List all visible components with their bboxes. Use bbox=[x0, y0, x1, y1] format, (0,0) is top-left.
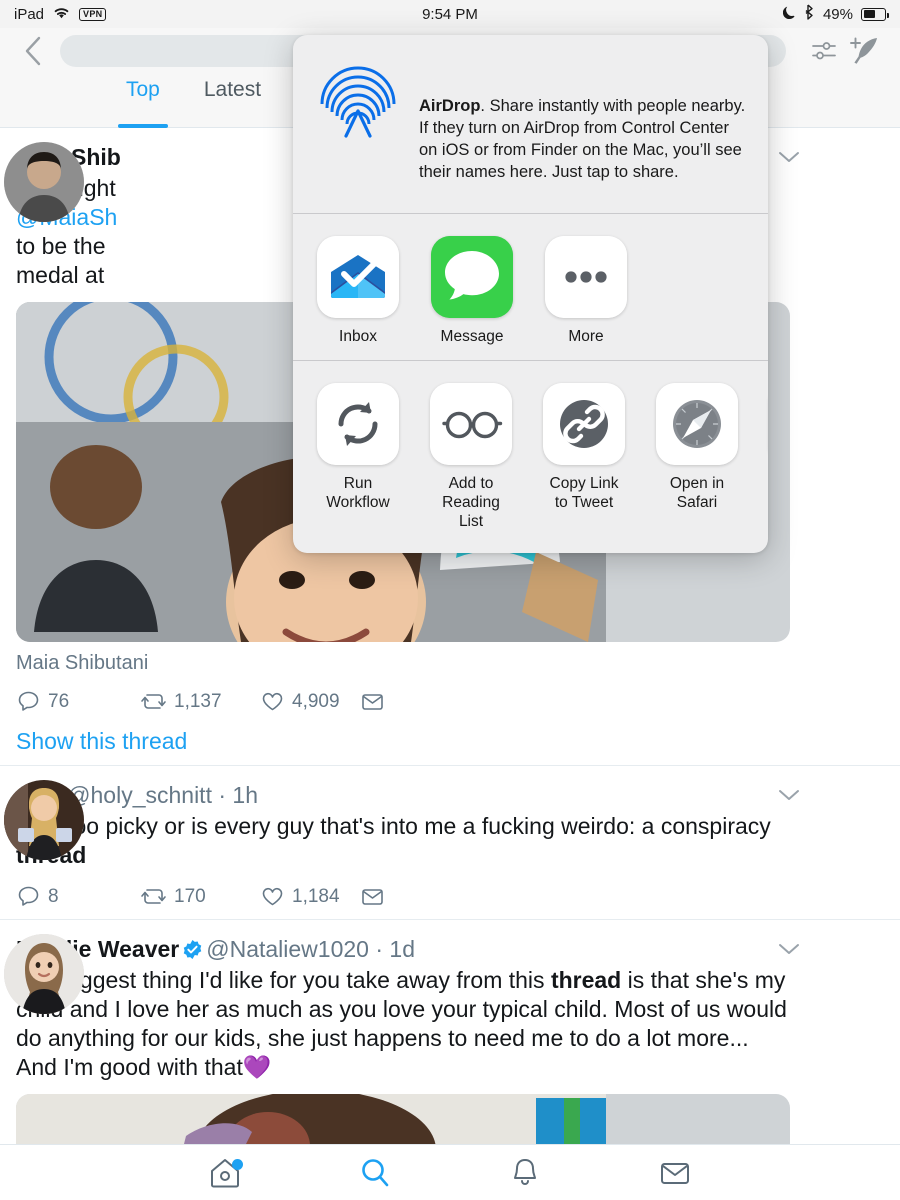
tweet-text-bold: thread bbox=[550, 967, 622, 993]
home-badge-dot bbox=[232, 1158, 243, 1170]
author-handle[interactable]: @holy_schnitt bbox=[67, 782, 212, 808]
airdrop-section[interactable]: AirDrop. Share instantly with people nea… bbox=[293, 35, 768, 213]
compose-feather-icon[interactable] bbox=[844, 34, 884, 68]
tweet-author-line: Natalie Weaver @Nataliew1020 · 1d bbox=[16, 936, 415, 962]
like-count: 1,184 bbox=[292, 885, 340, 907]
share-dm-action[interactable] bbox=[360, 689, 385, 714]
verified-badge-icon bbox=[182, 937, 203, 959]
share-action-label: Add to Reading List bbox=[442, 475, 500, 530]
reply-action[interactable]: 8 bbox=[16, 884, 140, 909]
tweet-text: am I too picky or is every guy that's in… bbox=[16, 812, 790, 870]
retweet-action[interactable]: 1,137 bbox=[140, 689, 260, 714]
status-bar-clock: 9:54 PM bbox=[422, 5, 478, 23]
share-action-copy-link-to-tweet[interactable]: Copy Link to Tweet bbox=[543, 383, 625, 531]
share-apps-row: Inbox Message More bbox=[293, 214, 768, 360]
search-settings-sliders-icon[interactable] bbox=[804, 38, 844, 64]
share-action-label: Run Workflow bbox=[326, 475, 390, 511]
show-this-thread-link[interactable]: Show this thread bbox=[16, 728, 790, 755]
copy-link-chain-icon bbox=[543, 383, 625, 465]
tweet-media-image[interactable] bbox=[16, 1094, 790, 1144]
inbox-app-icon bbox=[317, 236, 399, 318]
tweet-body: ellie @holy_schnitt · 1h am I too picky … bbox=[16, 780, 790, 909]
tabbar-item-home[interactable] bbox=[195, 1145, 255, 1200]
tab-top[interactable]: Top bbox=[104, 74, 182, 128]
share-app-message[interactable]: Message bbox=[431, 236, 513, 346]
retweet-count: 1,137 bbox=[174, 690, 222, 712]
share-app-label: Inbox bbox=[339, 328, 377, 345]
share-sheet[interactable]: AirDrop. Share instantly with people nea… bbox=[293, 35, 768, 553]
back-chevron-icon[interactable] bbox=[16, 35, 50, 67]
tweet-timestamp: 1d bbox=[389, 936, 415, 962]
author-handle[interactable]: @Nataliew1020 bbox=[206, 936, 369, 962]
airdrop-icon bbox=[315, 57, 401, 148]
share-actions-row: Run Workflow Add to Reading List Copy Li… bbox=[293, 361, 768, 553]
retweet-count: 170 bbox=[174, 885, 206, 907]
avatar[interactable] bbox=[4, 934, 84, 1014]
airdrop-description: AirDrop. Share instantly with people nea… bbox=[419, 57, 746, 183]
like-action[interactable]: 4,909 bbox=[260, 689, 360, 714]
tab-latest[interactable]: Latest bbox=[182, 74, 283, 128]
status-bar: iPad VPN 9:54 PM 49% bbox=[0, 0, 900, 28]
tweet-timestamp: 1h bbox=[232, 782, 259, 808]
avatar[interactable] bbox=[4, 142, 84, 222]
share-action-add-to-reading-list[interactable]: Add to Reading List bbox=[430, 383, 512, 531]
avatar[interactable] bbox=[4, 780, 84, 860]
chevron-down-icon[interactable] bbox=[778, 150, 800, 169]
tweet-author-line: ellie @holy_schnitt · 1h bbox=[16, 780, 790, 810]
tweet-natalie-weaver[interactable]: Natalie Weaver @Nataliew1020 · 1d The big… bbox=[0, 920, 900, 1144]
tabbar-item-messages[interactable] bbox=[645, 1145, 705, 1200]
share-dm-action[interactable] bbox=[360, 884, 385, 909]
share-app-label: Message bbox=[440, 328, 504, 345]
safari-compass-icon bbox=[656, 383, 738, 465]
airdrop-title: AirDrop bbox=[419, 97, 481, 115]
share-action-run-workflow[interactable]: Run Workflow bbox=[317, 383, 399, 531]
workflow-refresh-icon bbox=[317, 383, 399, 465]
bottom-tab-bar bbox=[0, 1144, 900, 1200]
share-app-label: More bbox=[568, 328, 604, 345]
share-action-open-in-safari[interactable]: Open in Safari bbox=[656, 383, 738, 531]
chevron-down-icon[interactable] bbox=[778, 788, 800, 807]
reply-action[interactable]: 76 bbox=[16, 689, 140, 714]
like-count: 4,909 bbox=[292, 690, 340, 712]
reply-count: 8 bbox=[48, 885, 59, 907]
share-app-inbox[interactable]: Inbox bbox=[317, 236, 399, 346]
ipad-twitter-screen: iPad VPN 9:54 PM 49% Top Latest Shib nig… bbox=[0, 0, 900, 1200]
retweet-action[interactable]: 170 bbox=[140, 884, 260, 909]
tabbar-item-search[interactable] bbox=[345, 1145, 405, 1200]
more-ellipsis-icon bbox=[545, 236, 627, 318]
messages-app-icon bbox=[431, 236, 513, 318]
chevron-down-icon[interactable] bbox=[778, 942, 800, 961]
tweet-text-plain-before: The biggest thing I'd like for you take … bbox=[16, 967, 551, 993]
tweet-text: The biggest thing I'd like for you take … bbox=[16, 966, 790, 1082]
like-action[interactable]: 1,184 bbox=[260, 884, 360, 909]
tweet-text-plain: am I too picky or is every guy that's in… bbox=[16, 813, 771, 839]
tweet-actions: 76 1,137 4,909 bbox=[16, 689, 790, 714]
tweet-actions: 8 170 1,184 bbox=[16, 884, 790, 909]
reading-list-glasses-icon bbox=[430, 383, 512, 465]
battery-icon bbox=[861, 7, 889, 21]
media-caption: Maia Shibutani bbox=[16, 652, 149, 674]
share-app-more[interactable]: More bbox=[545, 236, 627, 346]
share-action-label: Copy Link to Tweet bbox=[549, 475, 619, 511]
tabbar-item-notifications[interactable] bbox=[495, 1145, 555, 1200]
share-action-label: Open in Safari bbox=[669, 475, 725, 511]
reply-count: 76 bbox=[48, 690, 70, 712]
tweet-body: Natalie Weaver @Nataliew1020 · 1d The big… bbox=[16, 934, 790, 1144]
tweet-ellie[interactable]: ellie @holy_schnitt · 1h am I too picky … bbox=[0, 766, 900, 920]
